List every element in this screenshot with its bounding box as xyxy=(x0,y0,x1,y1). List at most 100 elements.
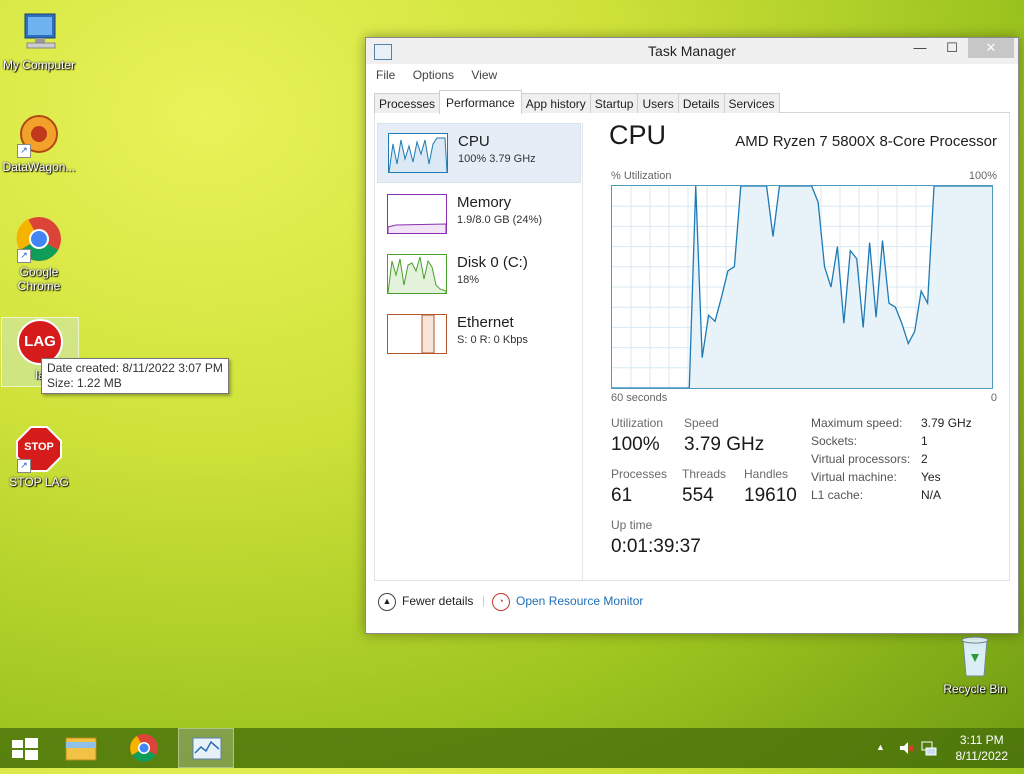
fewer-details-label: Fewer details xyxy=(402,594,474,609)
processor-name: AMD Ryzen 7 5800X 8-Core Processor xyxy=(735,133,997,150)
tab-users[interactable]: Users xyxy=(637,93,679,113)
shortcut-arrow-icon: ↗ xyxy=(17,144,31,158)
shortcut-arrow-icon: ↗ xyxy=(17,459,31,473)
task-manager-icon xyxy=(192,737,222,760)
tooltip-size: Size: 1.22 MB xyxy=(47,376,122,390)
spec-label: L1 cache: xyxy=(811,488,864,502)
taskbar-file-explorer[interactable] xyxy=(54,728,110,768)
desktop-icon-label: Google Chrome xyxy=(17,265,61,293)
desktop-icon-google-chrome[interactable]: ↗ Google Chrome xyxy=(1,215,77,293)
cpu-detail-pane: CPU AMD Ryzen 7 5800X 8-Core Processor %… xyxy=(590,113,1009,580)
graph-label: % Utilization xyxy=(611,170,672,182)
clock-date: 8/11/2022 xyxy=(955,749,1009,763)
desktop-icon-recycle-bin[interactable]: Recycle Bin xyxy=(937,632,1013,696)
task-manager-window: Task Manager — ☐ ✕ File Options View Pro… xyxy=(365,37,1019,634)
processes-value: 61 xyxy=(611,485,633,506)
start-button[interactable] xyxy=(0,728,50,768)
chevron-up-icon: ▲ xyxy=(378,593,396,611)
ethernet-thumbnail-graph xyxy=(387,314,447,354)
detail-title: CPU xyxy=(609,120,667,150)
tab-app-history[interactable]: App history xyxy=(520,93,591,113)
open-resource-monitor-label: Open Resource Monitor xyxy=(516,594,644,609)
taskbar-clock[interactable]: 3:11 PM 8/11/2022 xyxy=(956,732,1009,764)
desktop-icon-label: STOP LAG xyxy=(9,475,69,489)
minimize-button[interactable]: — xyxy=(906,38,934,58)
tab-startup[interactable]: Startup xyxy=(589,93,639,113)
menu-options[interactable]: Options xyxy=(413,68,454,82)
handles-label: Handles xyxy=(744,467,789,481)
spec-label: Virtual machine: xyxy=(811,470,897,484)
open-resource-monitor-link[interactable]: ◔ Open Resource Monitor xyxy=(492,593,643,611)
recycle-bin-icon xyxy=(951,632,999,680)
threads-label: Threads xyxy=(682,467,727,481)
network-icon[interactable] xyxy=(921,740,937,759)
speed-value: 3.79 GHz xyxy=(684,434,765,455)
sidebar-disk-value: 18% xyxy=(457,274,480,286)
resource-sidebar: CPU 100% 3.79 GHz Memory 1.9/8.0 GB (24%… xyxy=(377,123,583,580)
maximize-button[interactable]: ☐ xyxy=(938,38,966,58)
desktop-icon-label: DataWagon... xyxy=(2,160,76,174)
volume-muted-icon[interactable] xyxy=(898,740,914,759)
datawagon-icon: ↗ xyxy=(15,110,63,158)
fewer-details-button[interactable]: ▲ Fewer details xyxy=(378,593,473,611)
threads-value: 554 xyxy=(682,485,714,506)
sidebar-cpu-label: CPU xyxy=(458,133,490,150)
spec-value: N/A xyxy=(921,488,942,502)
cpu-thumbnail-graph xyxy=(388,133,448,173)
sidebar-item-disk[interactable]: Disk 0 (C:) 18% xyxy=(377,245,582,303)
tab-details[interactable]: Details xyxy=(677,93,725,113)
sidebar-memory-label: Memory xyxy=(457,194,512,211)
spec-value: 3.79 GHz xyxy=(921,416,972,430)
close-button[interactable]: ✕ xyxy=(968,38,1014,58)
uptime-label: Up time xyxy=(611,518,653,532)
cpu-utilization-chart xyxy=(612,185,992,389)
spec-label: Maximum speed: xyxy=(811,416,903,430)
spec-label: Virtual processors: xyxy=(811,452,911,466)
taskbar: ▲ 3:11 PM 8/11/2022 xyxy=(0,728,1024,768)
taskbar-chrome[interactable] xyxy=(116,728,172,768)
cpu-utilization-graph xyxy=(611,185,993,389)
sidebar-item-ethernet[interactable]: Ethernet S: 0 R: 0 Kbps xyxy=(377,305,582,363)
folder-icon xyxy=(65,737,97,761)
graph-right-label: 0 xyxy=(990,392,997,404)
computer-icon xyxy=(15,8,63,56)
tab-processes[interactable]: Processes xyxy=(374,93,441,113)
taskbar-task-manager[interactable] xyxy=(178,728,234,768)
sidebar-cpu-value: 100% 3.79 GHz xyxy=(458,153,536,165)
lag-badge-text: LAG xyxy=(24,333,56,350)
speed-label: Speed xyxy=(684,416,719,430)
sidebar-disk-label: Disk 0 (C:) xyxy=(457,254,528,271)
graph-left-label: 60 seconds xyxy=(611,392,668,404)
windows-logo-icon xyxy=(12,738,38,760)
handles-value: 19610 xyxy=(744,485,797,506)
tab-strip: Processes Performance App history Startu… xyxy=(374,90,1010,114)
desktop-icon-my-computer[interactable]: My Computer xyxy=(1,8,77,72)
stop-badge-text: STOP xyxy=(24,441,54,453)
chrome-icon xyxy=(130,734,158,762)
menu-view[interactable]: View xyxy=(471,68,497,82)
sidebar-item-cpu[interactable]: CPU 100% 3.79 GHz xyxy=(377,123,581,183)
menu-file[interactable]: File xyxy=(376,68,395,82)
desktop-icon-datawagon[interactable]: ↗ DataWagon... xyxy=(1,110,77,174)
window-titlebar[interactable]: Task Manager — ☐ ✕ xyxy=(366,38,1018,64)
processes-label: Processes xyxy=(611,467,668,481)
file-tooltip: Date created: 8/11/2022 3:07 PM Size: 1.… xyxy=(41,358,229,394)
tab-services[interactable]: Services xyxy=(723,93,780,113)
sidebar-ethernet-label: Ethernet xyxy=(457,314,514,331)
desktop-icon-stop-lag[interactable]: STOP ↗ STOP LAG xyxy=(1,425,77,489)
utilization-label: Utilization xyxy=(611,416,664,430)
sidebar-ethernet-value: S: 0 R: 0 Kbps xyxy=(457,334,528,346)
tooltip-date-created: Date created: 8/11/2022 3:07 PM xyxy=(47,361,223,375)
spec-value: Yes xyxy=(921,470,941,484)
desktop-icon-label: Recycle Bin xyxy=(943,682,1007,696)
spec-value: 1 xyxy=(921,434,928,448)
sidebar-item-memory[interactable]: Memory 1.9/8.0 GB (24%) xyxy=(377,185,582,243)
footer-separator: | xyxy=(482,593,486,607)
memory-thumbnail-graph xyxy=(387,194,447,234)
tab-performance[interactable]: Performance xyxy=(439,90,522,114)
desktop-icon-label: My Computer xyxy=(2,58,76,72)
resource-monitor-icon: ◔ xyxy=(492,593,510,611)
uptime-value: 0:01:39:37 xyxy=(611,536,701,557)
spec-label: Sockets: xyxy=(811,434,858,448)
show-hidden-icons-button[interactable]: ▲ xyxy=(876,742,885,752)
